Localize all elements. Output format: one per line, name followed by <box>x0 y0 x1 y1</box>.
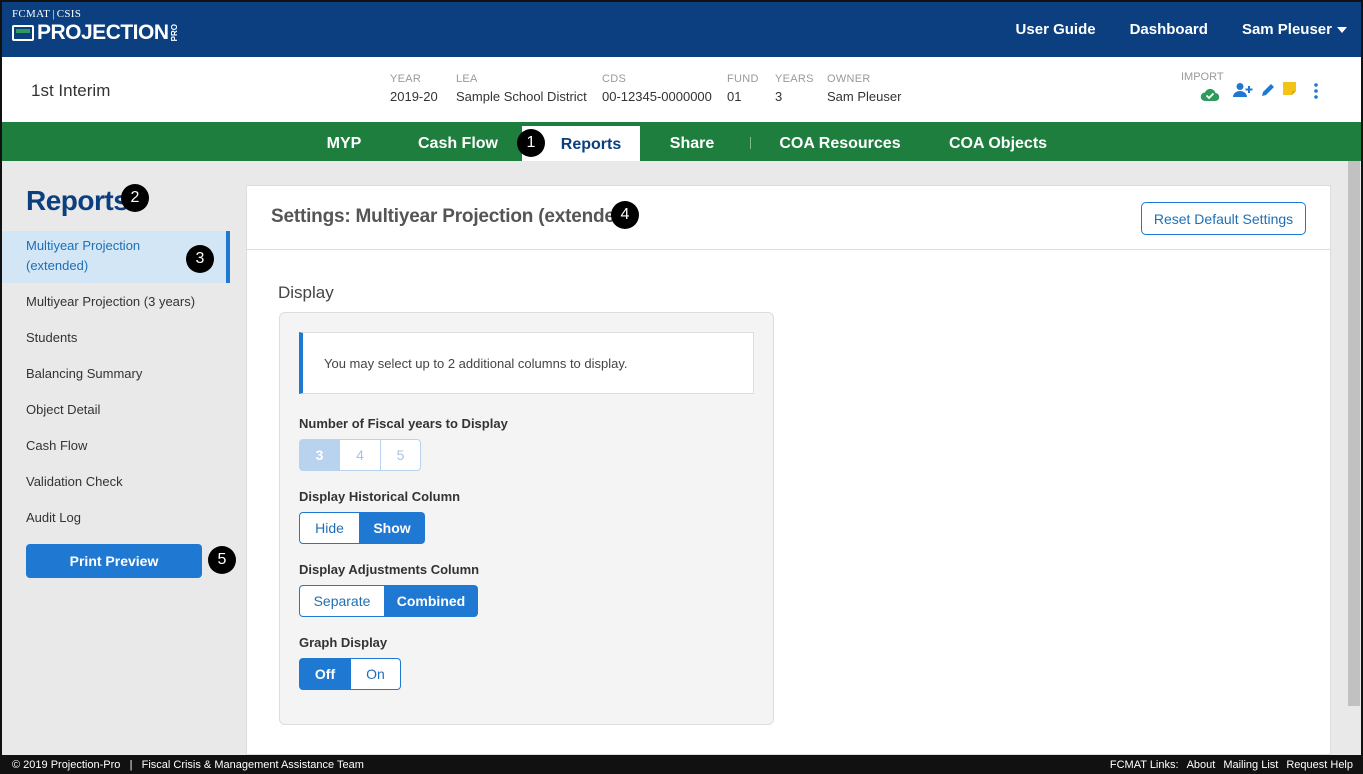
user-menu[interactable]: Sam Pleuser <box>1242 21 1347 38</box>
graph-display-label: Graph Display <box>299 635 388 650</box>
sidebar-item-balancing-summary[interactable]: Balancing Summary <box>2 366 230 381</box>
meta-lea: LEA Sample School District <box>456 73 587 104</box>
sidebar-item-validation-check[interactable]: Validation Check <box>2 474 230 489</box>
tab-cash-flow[interactable]: Cash Flow <box>404 122 512 161</box>
display-section-label: Display <box>278 283 334 302</box>
brand-suffix: PRO <box>169 24 179 42</box>
meta-year: YEAR 2019-20 <box>390 73 438 104</box>
sidebar-title: Reports <box>26 185 129 216</box>
historical-column-label: Display Historical Column <box>299 489 461 504</box>
callout-badge-4: 4 <box>611 201 639 229</box>
panel-header: Settings: Multiyear Projection (extended… <box>247 186 1330 250</box>
meta-years: YEARS 3 <box>775 73 814 104</box>
sidebar-item-students[interactable]: Students <box>2 330 230 345</box>
footer-link-mailing-list[interactable]: Mailing List <box>1223 759 1278 771</box>
info-notice: You may select up to 2 additional column… <box>299 332 754 394</box>
reset-default-settings-button[interactable]: Reset Default Settings <box>1141 202 1306 235</box>
user-guide-link[interactable]: User Guide <box>1016 21 1096 38</box>
callout-badge-1: 1 <box>517 129 545 157</box>
footer-links-label: FCMAT Links: <box>1109 759 1179 771</box>
graph-off-option[interactable]: Off <box>299 658 351 690</box>
projection-title: 1st Interim <box>31 81 111 100</box>
sidebar-item-audit-log[interactable]: Audit Log <box>2 510 230 525</box>
historical-column-toggle: Hide Show <box>299 512 425 544</box>
top-bar: FCMAT | CSIS PROJECTION PRO User Guide Das… <box>2 2 1361 57</box>
footer-links: FCMAT Links: About Mailing List Request … <box>1110 759 1353 771</box>
sidebar-item-cash-flow[interactable]: Cash Flow <box>2 438 230 453</box>
org-name: FCMAT | CSIS <box>12 8 82 20</box>
main-tab-bar: MYP Cash Flow Reports Share COA Resource… <box>2 122 1361 161</box>
cloud-check-icon[interactable] <box>1199 86 1221 104</box>
sidebar-item-multiyear-3-years[interactable]: Multiyear Projection (3 years) <box>2 294 230 309</box>
panel-title: Settings: Multiyear Projection (extended… <box>271 206 633 227</box>
print-preview-button[interactable]: Print Preview <box>26 544 202 578</box>
footer-copyright: © 2019 Projection-Pro | Fiscal Crisis & … <box>12 759 364 771</box>
meta-owner: OWNER Sam Pleuser <box>827 73 902 104</box>
more-vert-icon[interactable] <box>1310 80 1322 102</box>
tab-coa-resources[interactable]: COA Resources <box>772 122 908 161</box>
projection-info-bar: 1st Interim YEAR 2019-20 LEA Sample Scho… <box>2 57 1361 122</box>
meta-fund: FUND 01 <box>727 73 759 104</box>
dashboard-link[interactable]: Dashboard <box>1130 21 1208 38</box>
footer: © 2019 Projection-Pro | Fiscal Crisis & … <box>0 755 1363 774</box>
monitor-icon <box>12 25 34 41</box>
callout-badge-2: 2 <box>121 184 149 212</box>
caret-down-icon <box>1337 27 1347 34</box>
pencil-icon[interactable] <box>1259 80 1277 100</box>
settings-panel: Settings: Multiyear Projection (extended… <box>246 185 1331 755</box>
footer-link-about[interactable]: About <box>1187 759 1216 771</box>
historical-hide-option[interactable]: Hide <box>299 512 360 544</box>
footer-link-request-help[interactable]: Request Help <box>1286 759 1353 771</box>
sidebar-item-object-detail[interactable]: Object Detail <box>2 402 230 417</box>
fiscal-years-option-5: 5 <box>381 439 421 471</box>
sticky-note-icon[interactable] <box>1281 79 1297 97</box>
adjustments-combined-option[interactable]: Combined <box>385 585 478 617</box>
fiscal-years-toggle: 3 4 5 <box>299 439 421 471</box>
historical-show-option[interactable]: Show <box>360 512 425 544</box>
tab-divider <box>750 137 751 149</box>
import-label: IMPORT <box>1181 71 1224 83</box>
tab-coa-objects[interactable]: COA Objects <box>940 122 1056 161</box>
add-user-icon[interactable] <box>1232 80 1254 100</box>
fiscal-years-label: Number of Fiscal years to Display <box>299 416 508 431</box>
adjustments-column-toggle: Separate Combined <box>299 585 478 617</box>
graph-on-option[interactable]: On <box>351 658 401 690</box>
fiscal-years-option-4: 4 <box>340 439 381 471</box>
callout-badge-5: 5 <box>208 546 236 574</box>
callout-badge-3: 3 <box>186 245 214 273</box>
scrollbar-thumb[interactable] <box>1348 161 1360 706</box>
display-settings-card: You may select up to 2 additional column… <box>279 312 774 725</box>
adjustments-column-label: Display Adjustments Column <box>299 562 480 577</box>
adjustments-separate-option[interactable]: Separate <box>299 585 385 617</box>
meta-cds: CDS 00-12345-0000000 <box>602 73 712 104</box>
graph-display-toggle: Off On <box>299 658 401 690</box>
tab-share[interactable]: Share <box>652 122 732 161</box>
tab-myp[interactable]: MYP <box>310 122 378 161</box>
top-nav: User Guide Dashboard Sam Pleuser <box>1016 2 1347 57</box>
brand-name: PROJECTION <box>37 21 169 44</box>
fiscal-years-option-3: 3 <box>299 439 340 471</box>
app-logo[interactable]: FCMAT | CSIS PROJECTION PRO <box>12 8 179 45</box>
